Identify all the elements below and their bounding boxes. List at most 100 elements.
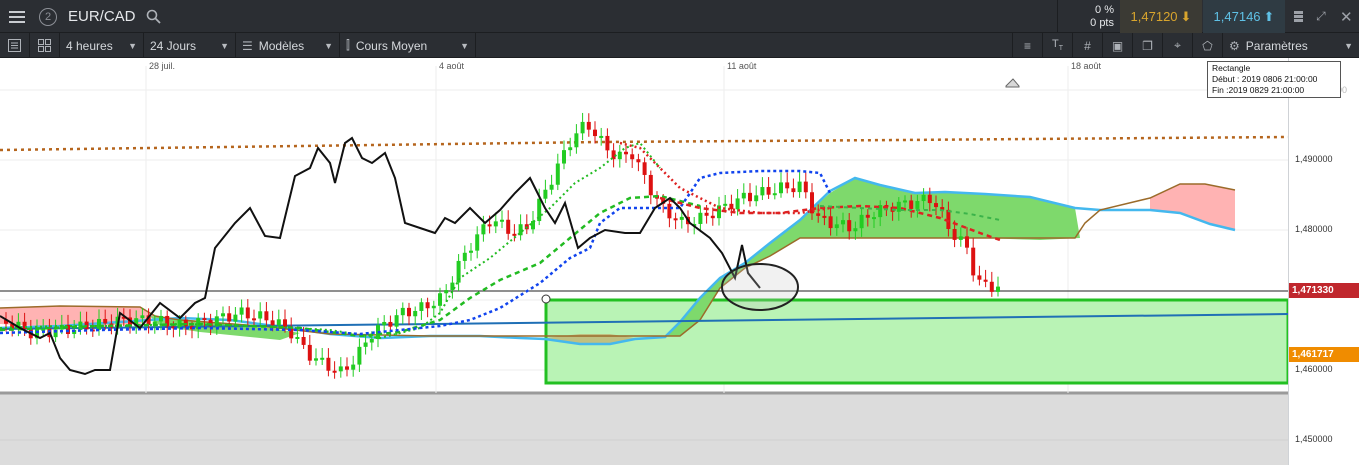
date-label: 4 août: [439, 61, 465, 71]
candle-body: [847, 220, 852, 232]
window-buttons: ⤢ ✕: [1288, 0, 1359, 33]
candle-body: [965, 236, 969, 248]
candle-body: [221, 313, 225, 317]
candle-body: [475, 234, 480, 251]
candle-body: [599, 135, 604, 138]
candle-body: [407, 307, 411, 317]
models-icon: ☰: [242, 38, 253, 53]
candle-body: [748, 192, 752, 202]
candle-body: [865, 214, 870, 218]
price-change: 0 % 0 pts: [1057, 0, 1120, 33]
crosshair-icon[interactable]: ⌖: [1163, 33, 1193, 58]
lower-pane-background: [0, 393, 1288, 465]
date-label: 11 août: [727, 61, 757, 71]
layout-icon[interactable]: [1293, 11, 1303, 22]
candle-body: [97, 318, 101, 330]
copy-icon[interactable]: ❐: [1133, 33, 1163, 58]
tooltip-end: Fin :2019 0829 21:00:00: [1212, 85, 1305, 95]
candle-body: [487, 224, 492, 227]
candle-body: [555, 163, 560, 185]
candle-body: [580, 121, 585, 134]
instance-number-badge[interactable]: 2: [36, 0, 60, 33]
trading-window: 2 EUR/CAD 0 % 0 pts 1,47120 ⬇ 1,47146 ⬆ …: [0, 0, 1359, 465]
candle-body: [760, 187, 765, 196]
candle-body: [723, 203, 728, 206]
chevron-down-icon: ▼: [324, 40, 333, 51]
chart-plot-area[interactable]: 28 juil. 4 août 11 août 18 août: [0, 58, 1288, 465]
candle-body: [667, 203, 672, 219]
settings-menu[interactable]: ⚙ Paramètres ▼: [1223, 33, 1359, 58]
candle-body: [816, 213, 821, 216]
candle-body: [276, 319, 281, 326]
models-select[interactable]: ☰ Modèles ▼: [236, 33, 340, 58]
candle-body: [735, 198, 740, 210]
candle-body: [307, 344, 312, 361]
candle-body: [425, 302, 430, 309]
text-tool-icon[interactable]: TT: [1043, 33, 1073, 58]
candle-body: [642, 162, 647, 175]
candle-body: [754, 195, 759, 202]
candle-body: [648, 174, 653, 196]
close-icon[interactable]: ✕: [1339, 8, 1353, 26]
text-lines-icon[interactable]: ≡: [1013, 33, 1043, 58]
candle-body: [934, 203, 938, 208]
tag-icon[interactable]: ⬠: [1193, 33, 1223, 58]
candle-body: [301, 336, 306, 345]
crosshair-grid-icon[interactable]: #: [1073, 33, 1103, 58]
candle-body: [704, 212, 709, 216]
candle-body: [673, 218, 678, 221]
tooltip-title: Rectangle: [1212, 63, 1251, 73]
candle-body: [388, 321, 393, 327]
price-tick: 1,490000: [1295, 154, 1333, 164]
menu-icon[interactable]: [0, 0, 34, 33]
candle-body: [239, 307, 244, 315]
candle-body: [797, 181, 802, 193]
date-label: 28 juil.: [149, 61, 175, 71]
sell-button[interactable]: 1,47120 ⬇: [1120, 0, 1202, 33]
ellipse-drawing[interactable]: [721, 263, 799, 311]
arrow-down-icon: ⬇: [1180, 8, 1192, 24]
range-select[interactable]: 24 Jours ▼: [144, 33, 236, 58]
candle-body: [909, 200, 914, 209]
chevron-down-icon: ▼: [1344, 40, 1353, 51]
interval-select[interactable]: 4 heures ▼: [60, 33, 144, 58]
chevron-down-icon: ▼: [128, 40, 137, 51]
rectangle-anchor-handle[interactable]: [541, 294, 551, 304]
candle-body: [996, 286, 1000, 292]
candle-body: [549, 184, 554, 190]
grid-layout-icon[interactable]: [30, 33, 60, 58]
candle-body: [679, 216, 684, 220]
candle-body: [636, 159, 641, 163]
candle-body: [543, 189, 548, 199]
candle-body: [785, 182, 790, 189]
candle-body: [903, 200, 907, 203]
instrument-name[interactable]: EUR/CAD: [68, 0, 148, 33]
search-icon[interactable]: [142, 0, 164, 33]
screenshot-icon[interactable]: ▣: [1103, 33, 1133, 58]
drawing-tooltip: Rectangle Début : 2019 0806 21:00:00 Fin…: [1207, 61, 1341, 98]
candle-body: [351, 364, 356, 370]
list-icon[interactable]: [0, 33, 30, 58]
candle-body: [512, 233, 517, 236]
top-bar: 2 EUR/CAD 0 % 0 pts 1,47120 ⬇ 1,47146 ⬆ …: [0, 0, 1359, 33]
date-label: 18 août: [1071, 61, 1102, 71]
chevron-down-icon: ▼: [460, 40, 469, 51]
candle-body: [419, 302, 424, 311]
candle-body: [357, 346, 362, 365]
price-type-select[interactable]: ⫿ Cours Moyen ▼: [340, 33, 476, 58]
price-tick: 1,480000: [1295, 224, 1333, 234]
candle-body: [828, 216, 833, 229]
price-axis[interactable]: 1,490000 1,480000 1,460000 1,450000 1,47…: [1288, 58, 1359, 465]
candle-body: [431, 305, 436, 309]
collapse-icon[interactable]: ⤢: [1314, 9, 1328, 24]
candle-body: [227, 313, 232, 322]
candle-body: [710, 215, 715, 219]
candle-body: [574, 133, 579, 148]
rectangle-drawing[interactable]: [544, 298, 1288, 385]
candle-body: [245, 307, 250, 319]
buy-button[interactable]: 1,47146 ⬆: [1203, 0, 1285, 33]
candle-body: [252, 318, 256, 321]
models-label: Modèles: [258, 38, 305, 53]
buy-price: 1,47146: [1213, 9, 1261, 24]
price-chart[interactable]: 28 juil. 4 août 11 août 18 août 1,490000…: [0, 58, 1359, 465]
